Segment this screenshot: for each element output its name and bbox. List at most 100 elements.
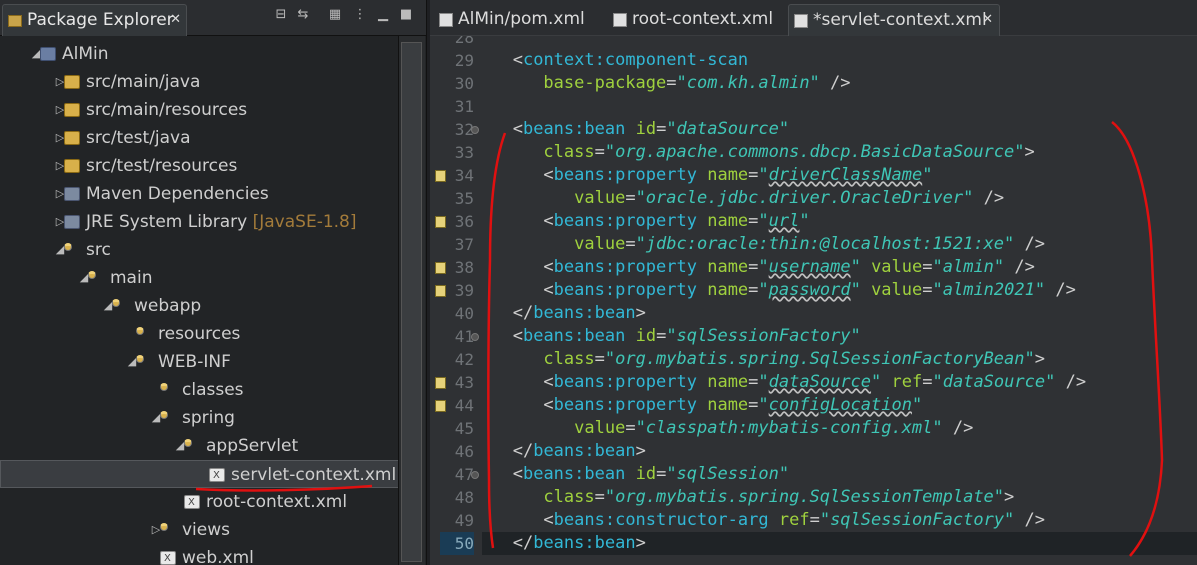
tree-item[interactable]: web.xml [0,544,400,565]
code-line[interactable]: <beans:constructor-arg ref="sqlSessionFa… [482,509,1045,532]
code-line[interactable]: class="org.apache.commons.dbcp.BasicData… [482,141,1034,164]
tree-item[interactable]: ◢ AlMin [0,40,400,68]
code-line[interactable]: class="org.mybatis.spring.SqlSessionFact… [482,348,1045,371]
line-number: 47 [454,465,474,484]
code-line[interactable]: base-package="com.kh.almin" /> [482,72,850,95]
fold-toggle-icon[interactable] [471,471,479,479]
line-number: 45 [454,419,474,438]
package-folder-icon [64,75,80,89]
expanded-twisty-icon[interactable]: ◢ [78,264,90,292]
expanded-twisty-icon[interactable]: ◢ [150,404,162,432]
tree-item-label: spring [182,408,235,428]
code-line[interactable]: value="jdbc:oracle:thin:@localhost:1521:… [482,233,1045,256]
xml-file-icon [160,545,176,565]
code-line[interactable]: <beans:property name="username" value="a… [482,256,1034,279]
tree-item[interactable]: root-context.xml [0,488,400,517]
code-line[interactable]: </beans:bean> [482,532,646,555]
editor-tab[interactable]: root-context.xml [608,4,778,36]
code-line[interactable]: <beans:bean id="sqlSession" [482,463,789,486]
warning-marker-icon[interactable] [435,170,446,182]
tree-item[interactable]: ▷ src/main/resources [0,96,400,124]
minimize-view-icon[interactable]: ▁ [376,8,390,22]
code-line[interactable]: class="org.mybatis.spring.SqlSessionTemp… [482,486,1014,509]
tree-item[interactable]: ▷ src/test/java [0,124,400,152]
tree-item[interactable]: ▷ views [0,516,400,544]
tree-item[interactable]: ▷ src/main/java [0,68,400,96]
tree-item[interactable]: ◢ appServlet [0,432,400,460]
xml-file-icon [184,489,200,517]
warning-marker-icon[interactable] [435,262,446,274]
tree-item-label: WEB-INF [158,352,231,372]
maximize-view-icon[interactable]: ■ [399,8,413,22]
xml-file-icon [209,462,225,490]
expanded-twisty-icon[interactable]: ◢ [174,432,186,460]
code-area[interactable]: <context:component-scan base-package="co… [482,36,1197,565]
link-with-editor-icon[interactable]: ⇆ [296,8,310,22]
editor-tab-bar: AlMin/pom.xml root-context.xml *servlet-co… [430,0,1197,36]
editor-tab-label: AlMin/pom.xml [458,9,585,29]
tree-item[interactable]: classes [0,376,400,404]
warning-marker-icon[interactable] [435,400,446,412]
line-number: 40 [454,304,474,323]
code-line[interactable]: <beans:property name="driverClassName" [482,164,932,187]
code-line[interactable]: <beans:bean id="dataSource" [482,118,789,141]
close-tab-icon[interactable]: ✕ [982,5,993,35]
warning-marker-icon[interactable] [435,216,446,228]
line-number: 29 [454,51,474,70]
code-line[interactable]: <beans:property name="url" [482,210,809,233]
package-explorer-pane: Package Explorer ✕ ⊟ ⇆ ▦ ⋮ ▁ ■ ◢ AlMin ▷ sr… [0,0,427,565]
folder-icon [160,383,168,391]
code-line[interactable]: <beans:bean id="sqlSessionFactory" [482,325,861,348]
collapse-all-icon[interactable]: ⊟ [274,8,288,22]
tree-item[interactable]: ▷ JRE System Library [JavaSE-1.8] [0,208,400,236]
line-number: 50 [440,532,474,555]
xml-editor[interactable]: 28 29 30 31 32 33 34 35 36 37 38 39 40 41 42 43 44 45 46 47… [430,36,1197,565]
editor-tab[interactable]: AlMin/pom.xml [434,4,602,36]
line-number: 48 [454,488,474,507]
fold-toggle-icon[interactable] [471,126,479,134]
scrollbar-thumb[interactable] [401,42,422,562]
folder-icon [136,355,144,363]
code-line[interactable]: <beans:property name="dataSource" ref="d… [482,371,1086,394]
editor-tab[interactable]: *servlet-context.xml ✕ [788,4,1000,36]
code-line[interactable]: </beans:bean> [482,302,646,325]
tree-item[interactable]: ▷ Maven Dependencies [0,180,400,208]
fold-toggle-icon[interactable] [471,333,479,341]
expanded-twisty-icon[interactable]: ◢ [126,348,138,376]
folder-icon [88,271,96,279]
code-line[interactable]: value="oracle.jdbc.driver.OracleDriver" … [482,187,1004,210]
folder-icon [160,523,168,531]
code-line[interactable]: <context:component-scan [482,49,748,72]
collapsed-twisty-icon[interactable]: ▷ [150,516,162,544]
tree-item-label: src/test/java [86,128,191,148]
editor-tab-label: *servlet-context.xml [813,10,987,30]
folder-icon [64,243,72,251]
tree-item[interactable]: ◢ WEB-INF [0,348,400,376]
code-line[interactable]: <beans:property name="configLocation" [482,394,922,417]
package-explorer-tab[interactable]: Package Explorer ✕ [2,4,187,36]
filter-icon[interactable]: ▦ [328,8,342,22]
code-line[interactable]: </beans:bean> [482,440,646,463]
code-line[interactable]: <beans:property name="password" value="a… [482,279,1075,302]
view-menu-icon[interactable]: ⋮ [353,8,367,22]
tree-item[interactable]: ◢ main [0,264,400,292]
warning-marker-icon[interactable] [435,285,446,297]
tree-scrollbar[interactable] [398,36,425,565]
tree-item[interactable]: servlet-context.xml [0,460,400,490]
expanded-twisty-icon[interactable]: ◢ [102,292,114,320]
line-number: 42 [454,350,474,369]
tree-item[interactable]: resources [0,320,400,348]
warning-marker-icon[interactable] [435,377,446,389]
tree-item-label: servlet-context.xml [231,465,397,485]
package-folder-icon [64,103,80,117]
code-line[interactable]: value="classpath:mybatis-config.xml" /> [482,417,973,440]
tree-item[interactable]: ◢ webapp [0,292,400,320]
tree-item[interactable]: ▷ src/test/resources [0,152,400,180]
library-icon [64,215,80,229]
expanded-twisty-icon[interactable]: ◢ [54,236,66,264]
line-number: 28 [454,36,474,47]
folder-icon [112,299,120,307]
tree-item[interactable]: ◢ src [0,236,400,264]
tree-item[interactable]: ◢ spring [0,404,400,432]
close-view-icon[interactable]: ✕ [170,5,181,35]
